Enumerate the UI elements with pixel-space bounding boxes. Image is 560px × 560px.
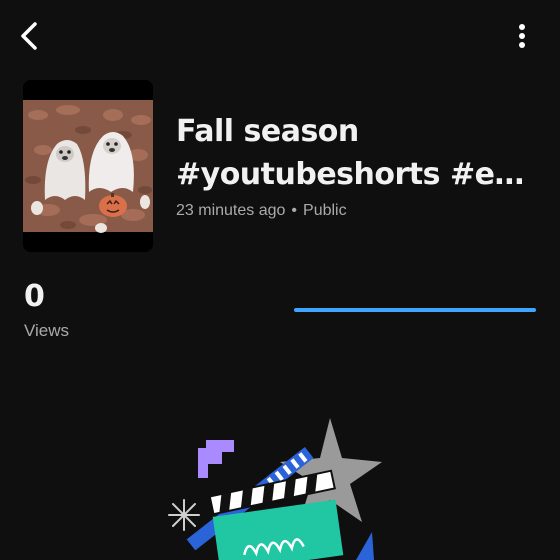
more-vertical-icon [519,24,525,48]
visibility-status: Public [303,202,347,219]
video-title: Fall season #youtubeshorts #e… [176,110,546,196]
video-meta: 23 minutes ago • Public [176,202,347,220]
meta-separator: • [291,202,298,219]
video-analytics-screen: Fall season #youtubeshorts #e… 23 minute… [0,0,560,560]
views-progress-bar [294,308,536,312]
upload-time: 23 minutes ago [176,202,286,219]
video-title-line-1: Fall season [176,114,359,149]
back-button[interactable] [10,16,50,56]
chevron-left-icon [21,22,37,50]
video-thumbnail[interactable] [23,80,153,252]
thumbnail-image [23,80,153,252]
views-label: Views [24,321,70,340]
views-count: 0 [24,279,45,314]
clapperboard-illustration [168,418,382,560]
more-options-button[interactable] [508,18,536,56]
video-title-line-2: #youtubeshorts #e… [176,157,524,192]
views-progress-fill [294,308,536,312]
